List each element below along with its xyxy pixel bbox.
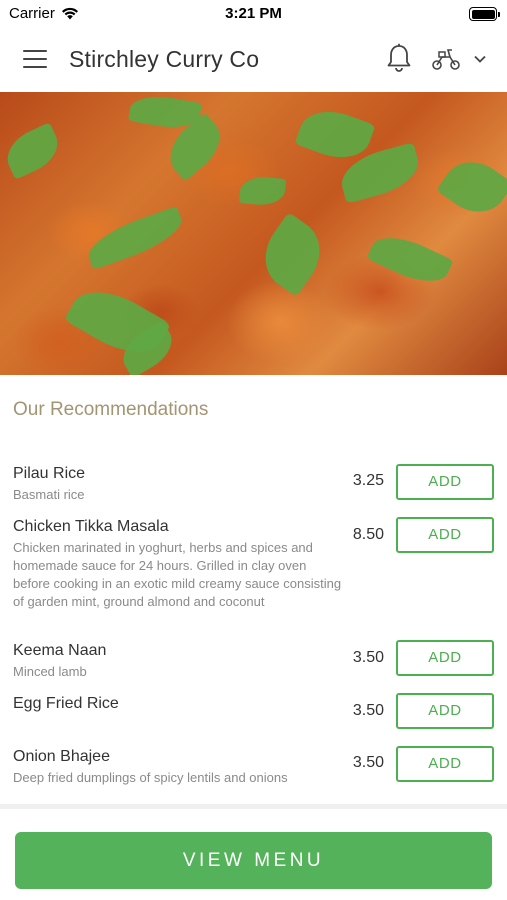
status-time: 3:21 PM (225, 5, 282, 22)
chevron-down-icon[interactable] (473, 54, 487, 64)
divider (0, 804, 507, 809)
menu-item: Onion Bhajee Deep fried dumplings of spi… (0, 746, 507, 793)
recommendations-title: Our Recommendations (13, 399, 209, 420)
item-name: Egg Fried Rice (13, 695, 119, 712)
menu-item: Pilau Rice Basmati rice 3.25 ADD (0, 464, 507, 510)
add-button[interactable]: ADD (396, 746, 494, 782)
page-title: Stirchley Curry Co (69, 46, 260, 72)
menu-item: Chicken Tikka Masala Chicken marinated i… (0, 517, 507, 628)
item-name: Onion Bhajee (13, 748, 110, 765)
item-description: Minced lamb (13, 664, 87, 679)
scooter-icon[interactable] (430, 46, 462, 72)
view-menu-button[interactable]: VIEW MENU (15, 832, 492, 889)
item-price: 3.25 (352, 472, 384, 489)
item-description: Chicken marinated in yoghurt, herbs and … (13, 540, 342, 609)
item-description: Deep fried dumplings of spicy lentils an… (13, 770, 288, 785)
menu-icon[interactable] (23, 50, 47, 70)
status-bar: Carrier 3:21 PM (0, 0, 507, 28)
add-button[interactable]: ADD (396, 693, 494, 729)
item-price: 3.50 (352, 754, 384, 771)
cilantro-leaf (238, 175, 287, 207)
item-description: Basmati rice (13, 487, 85, 502)
cilantro-leaf (366, 226, 454, 293)
item-price: 3.50 (352, 649, 384, 666)
cilantro-leaf (436, 149, 507, 225)
item-name: Keema Naan (13, 642, 107, 659)
battery-icon (469, 7, 500, 21)
item-name: Pilau Rice (13, 465, 86, 482)
app-header: Stirchley Curry Co (0, 28, 507, 92)
menu-item: Egg Fried Rice 3.50 ADD (0, 693, 507, 735)
item-price: 3.50 (352, 702, 384, 719)
cilantro-leaf (0, 122, 66, 180)
bell-icon[interactable] (385, 43, 413, 73)
add-button[interactable]: ADD (396, 464, 494, 500)
item-name: Chicken Tikka Masala (13, 518, 169, 535)
add-button[interactable]: ADD (396, 517, 494, 553)
item-price: 8.50 (352, 526, 384, 543)
add-button[interactable]: ADD (396, 640, 494, 676)
cilantro-leaf (82, 205, 188, 271)
cilantro-leaf (251, 212, 334, 297)
menu-item: Keema Naan Minced lamb 3.50 ADD (0, 640, 507, 687)
hero-image (0, 92, 507, 375)
